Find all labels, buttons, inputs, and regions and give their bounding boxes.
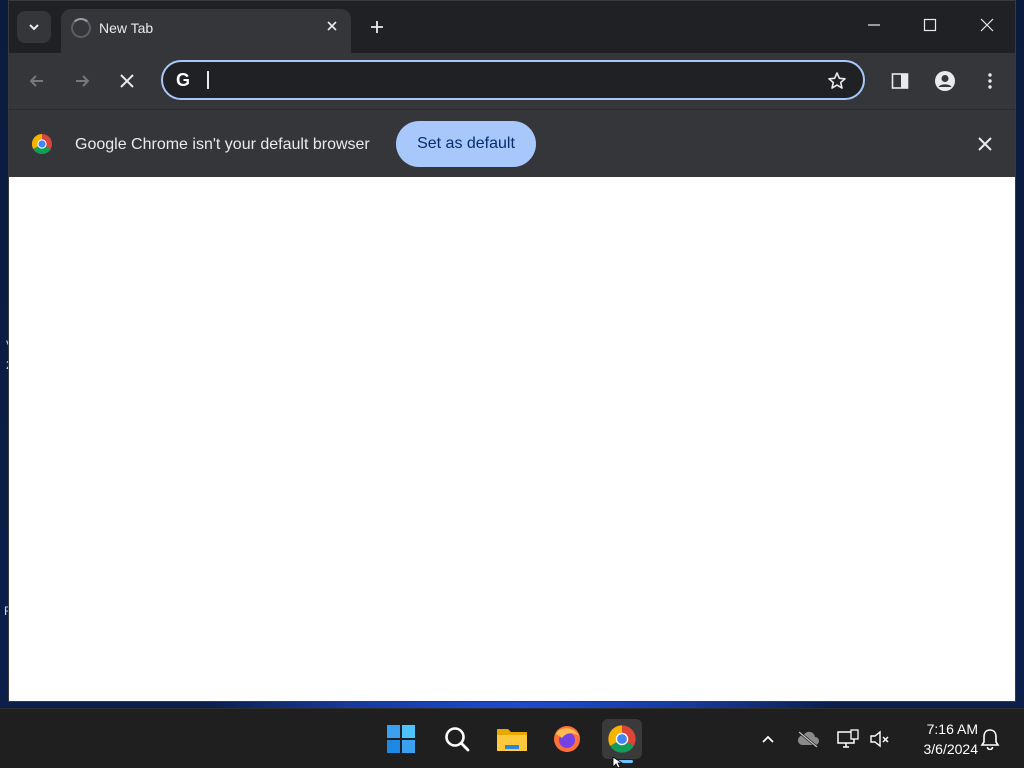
text-cursor — [207, 71, 209, 89]
plus-icon — [371, 21, 383, 33]
arrow-right-icon — [76, 75, 90, 87]
svg-text:G: G — [176, 70, 190, 90]
firefox-icon — [554, 726, 580, 752]
new-tab-button[interactable] — [365, 15, 389, 39]
cloud-offline-icon — [797, 731, 819, 748]
bookmark-button[interactable] — [825, 69, 849, 93]
folder-icon — [497, 729, 527, 751]
chrome-icon — [608, 725, 636, 753]
profile-button[interactable] — [931, 67, 959, 95]
minimize-icon — [868, 24, 880, 26]
browser-toolbar: G — [9, 53, 1015, 109]
network-icon — [837, 729, 859, 748]
volume-button[interactable] — [868, 727, 892, 751]
minimize-button[interactable] — [854, 9, 894, 41]
arrow-left-icon — [29, 75, 43, 87]
forward-button[interactable] — [68, 67, 96, 95]
mouse-cursor-icon — [612, 757, 624, 768]
search-icon — [445, 727, 470, 752]
title-bar: New Tab — [9, 1, 1015, 53]
close-infobar-button[interactable] — [973, 132, 997, 156]
maximize-button[interactable] — [910, 9, 950, 41]
menu-button[interactable] — [976, 67, 1004, 95]
google-g-icon: G — [176, 70, 190, 90]
page-content — [9, 177, 1015, 701]
tab-search-button[interactable] — [17, 11, 51, 43]
tab-title: New Tab — [99, 20, 154, 36]
close-icon — [980, 18, 994, 32]
chevron-up-icon — [762, 735, 774, 743]
tab-new-tab[interactable]: New Tab — [61, 9, 351, 53]
back-button[interactable] — [23, 67, 51, 95]
show-hidden-icons-button[interactable] — [756, 727, 780, 751]
close-icon — [978, 137, 992, 151]
profile-icon — [935, 71, 955, 91]
search-button[interactable] — [437, 719, 477, 759]
volume-muted-icon — [870, 730, 889, 748]
clock-date: 3/6/2024 — [923, 741, 979, 757]
default-browser-infobar: Google Chrome isn't your default browser… — [9, 109, 1015, 177]
chrome-logo-icon — [32, 134, 52, 154]
network-button[interactable] — [836, 727, 860, 751]
notifications-button[interactable] — [978, 727, 1002, 751]
side-panel-icon — [891, 73, 909, 89]
chrome-taskbar-button[interactable] — [602, 719, 642, 759]
clock-time: 7:16 AM — [926, 721, 978, 737]
side-panel-button[interactable] — [886, 67, 914, 95]
address-bar[interactable]: G — [161, 60, 865, 100]
close-icon — [327, 21, 337, 31]
infobar-message: Google Chrome isn't your default browser — [75, 136, 370, 153]
close-window-button[interactable] — [967, 9, 1007, 41]
firefox-button[interactable] — [547, 719, 587, 759]
maximize-icon — [923, 18, 937, 32]
kebab-menu-icon — [988, 73, 992, 89]
loading-spinner-icon — [71, 18, 91, 38]
star-icon — [828, 72, 846, 89]
stop-icon — [120, 74, 134, 88]
onedrive-button[interactable] — [796, 727, 820, 751]
start-button[interactable] — [381, 719, 421, 759]
bell-icon — [980, 729, 1000, 750]
address-input[interactable] — [213, 68, 817, 94]
chrome-window: New Tab G Google Chrome isn't your defau… — [8, 0, 1016, 702]
chevron-down-icon — [29, 24, 39, 31]
set-as-default-button[interactable]: Set as default — [396, 121, 536, 167]
taskbar: 7:16 AM 3/6/2024 — [0, 708, 1024, 768]
windows-logo-icon — [387, 725, 415, 753]
stop-loading-button[interactable] — [113, 67, 141, 95]
file-explorer-button[interactable] — [492, 719, 532, 759]
system-clock[interactable]: 7:16 AM 3/6/2024 — [902, 719, 979, 759]
close-tab-button[interactable] — [323, 17, 341, 35]
